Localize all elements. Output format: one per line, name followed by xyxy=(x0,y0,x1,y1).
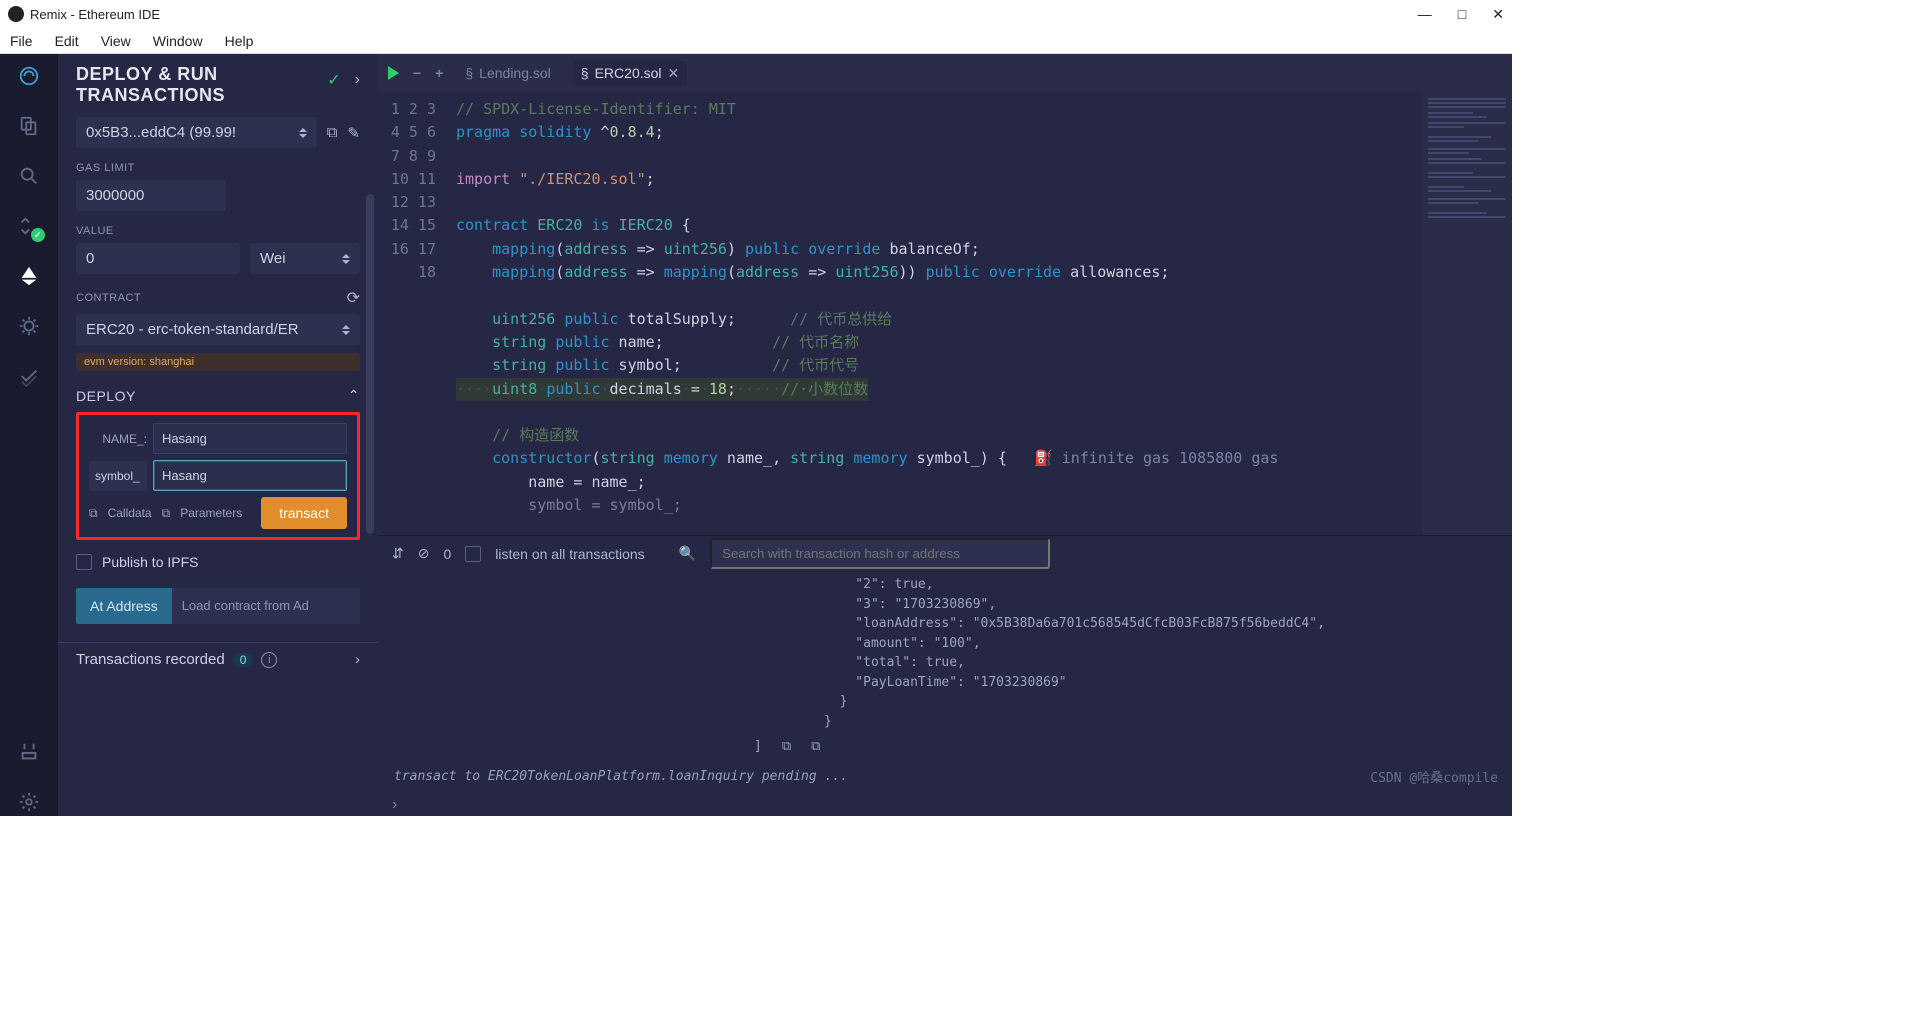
scrollbar-thumb[interactable] xyxy=(366,194,374,534)
files-icon[interactable] xyxy=(15,112,43,140)
terminal-bar: ⇵ ⊘ 0 listen on all transactions 🔍 xyxy=(378,535,1512,571)
chevron-right-icon[interactable]: › xyxy=(355,651,360,668)
zoom-out-icon[interactable]: − xyxy=(413,65,421,81)
param-name-label: NAME_: xyxy=(89,432,147,446)
account-select[interactable]: 0x5B3...eddC4 (99.99! xyxy=(76,117,317,148)
value-amount-input[interactable] xyxy=(76,243,240,274)
contract-select[interactable]: ERC20 - erc-token-standard/ER xyxy=(76,314,360,345)
deploy-header: DEPLOY xyxy=(76,388,136,404)
listen-label: listen on all transactions xyxy=(495,546,644,562)
at-address-input[interactable]: Load contract from Ad xyxy=(172,588,360,624)
run-icon[interactable] xyxy=(388,66,399,80)
close-icon[interactable]: ✕ xyxy=(668,65,680,82)
clear-icon[interactable]: ⊘ xyxy=(418,545,430,562)
collapse-icon[interactable]: ⇵ xyxy=(392,545,404,562)
test-icon[interactable] xyxy=(15,362,43,390)
minimize-button[interactable]: — xyxy=(1418,6,1432,23)
param-symbol-input[interactable] xyxy=(153,460,347,491)
window-controls: — □ ✕ xyxy=(1418,6,1504,23)
code-editor[interactable]: // SPDX-License-Identifier: MIT pragma s… xyxy=(450,92,1422,535)
copy-icon[interactable]: ⧉ xyxy=(782,737,791,757)
terminal-output[interactable]: "2": true, "3": "1703230869", "loanAddre… xyxy=(378,571,1512,794)
app-logo xyxy=(8,6,24,22)
copy-icon[interactable]: ⧉ xyxy=(811,737,820,757)
tab-label: ERC20.sol xyxy=(595,65,662,81)
at-address-button[interactable]: At Address xyxy=(76,588,172,624)
tab-erc20[interactable]: § ERC20.sol ✕ xyxy=(573,61,687,86)
value-label: VALUE xyxy=(76,225,360,237)
value-unit-label: Wei xyxy=(260,250,286,267)
solidity-icon: § xyxy=(465,65,473,81)
copy-icon[interactable]: ⧉ xyxy=(89,506,98,521)
tx-recorded-count: 0 xyxy=(233,653,254,667)
chevron-right-icon[interactable]: › xyxy=(392,796,397,814)
menu-window[interactable]: Window xyxy=(153,33,203,49)
deploy-panel: DEPLOY & RUNTRANSACTIONS ✓ › 0x5B3...edd… xyxy=(58,54,378,816)
close-button[interactable]: ✕ xyxy=(1492,6,1504,23)
debugger-icon[interactable] xyxy=(15,312,43,340)
edit-icon[interactable]: ✎ xyxy=(347,124,360,142)
gas-limit-label: GAS LIMIT xyxy=(76,162,360,174)
param-symbol-label: symbol_ xyxy=(89,461,147,491)
zoom-in-icon[interactable]: + xyxy=(435,65,443,81)
transact-button[interactable]: transact xyxy=(261,497,347,529)
chevron-right-icon[interactable]: › xyxy=(355,71,360,89)
updown-icon xyxy=(342,325,350,335)
tx-recorded-label: Transactions recorded xyxy=(76,651,225,668)
gas-limit-input[interactable] xyxy=(76,180,226,211)
contract-label: CONTRACT xyxy=(76,292,141,304)
calldata-link[interactable]: Calldata xyxy=(108,506,152,520)
home-icon[interactable] xyxy=(15,62,43,90)
collapse-json-icon[interactable]: ] xyxy=(754,737,762,757)
tab-label: Lending.sol xyxy=(479,65,551,81)
panel-title: DEPLOY & RUNTRANSACTIONS xyxy=(76,64,225,105)
minimap[interactable] xyxy=(1422,92,1512,535)
tab-lending[interactable]: § Lending.sol xyxy=(457,61,558,85)
editor-area: − + § Lending.sol § ERC20.sol ✕ 1 2 3 4 … xyxy=(378,54,1512,816)
terminal-message: transact to ERC20TokenLoanPlatform.loanI… xyxy=(394,767,1496,787)
contract-selected: ERC20 - erc-token-standard/ER xyxy=(86,321,299,338)
search-icon[interactable] xyxy=(15,162,43,190)
evm-version-badge: evm version: shanghai xyxy=(76,353,360,371)
line-gutter: 1 2 3 4 5 6 7 8 9 10 11 12 13 14 15 16 1… xyxy=(378,92,450,535)
settings-icon[interactable] xyxy=(15,788,43,816)
publish-ipfs-checkbox[interactable] xyxy=(76,554,92,570)
solidity-icon: § xyxy=(581,65,589,81)
value-unit-select[interactable]: Wei xyxy=(250,243,360,274)
menu-file[interactable]: File xyxy=(10,33,33,49)
updown-icon xyxy=(342,254,350,264)
pending-count: 0 xyxy=(443,546,451,562)
check-badge-icon: ✓ xyxy=(31,228,45,242)
publish-ipfs-label: Publish to IPFS xyxy=(102,554,199,570)
divider xyxy=(58,642,378,643)
compiler-icon[interactable]: ✓ xyxy=(15,212,43,240)
updown-icon xyxy=(299,128,307,138)
deploy-icon[interactable] xyxy=(15,262,43,290)
menu-view[interactable]: View xyxy=(101,33,131,49)
param-name-input[interactable] xyxy=(153,423,347,454)
menu-help[interactable]: Help xyxy=(225,33,254,49)
icon-rail: ✓ xyxy=(0,54,58,816)
window-title: Remix - Ethereum IDE xyxy=(30,7,160,22)
info-icon[interactable]: i xyxy=(261,652,277,668)
account-label: 0x5B3...eddC4 (99.99! xyxy=(86,124,236,141)
terminal-footer: › xyxy=(378,794,1512,816)
copy-icon[interactable]: ⧉ xyxy=(162,506,171,521)
chevron-up-icon[interactable]: ⌃ xyxy=(348,387,360,404)
watermark: CSDN @哈桑compile xyxy=(1370,769,1498,789)
parameters-link[interactable]: Parameters xyxy=(180,506,242,520)
copy-icon[interactable]: ⧉ xyxy=(327,124,338,141)
terminal-search-input[interactable] xyxy=(710,538,1050,569)
maximize-button[interactable]: □ xyxy=(1458,6,1466,23)
check-icon: ✓ xyxy=(327,70,340,90)
plugin-icon[interactable] xyxy=(15,738,43,766)
search-icon[interactable]: 🔍 xyxy=(679,545,696,562)
menubar: File Edit View Window Help xyxy=(0,28,1512,54)
menu-edit[interactable]: Edit xyxy=(55,33,79,49)
tab-bar: − + § Lending.sol § ERC20.sol ✕ xyxy=(378,54,1512,92)
titlebar: Remix - Ethereum IDE — □ ✕ xyxy=(0,0,1512,28)
deploy-params-box: NAME_: symbol_ ⧉ Calldata ⧉ Parameters t… xyxy=(76,412,360,540)
listen-checkbox[interactable] xyxy=(465,546,481,562)
refresh-icon[interactable]: ⟳ xyxy=(347,288,360,308)
